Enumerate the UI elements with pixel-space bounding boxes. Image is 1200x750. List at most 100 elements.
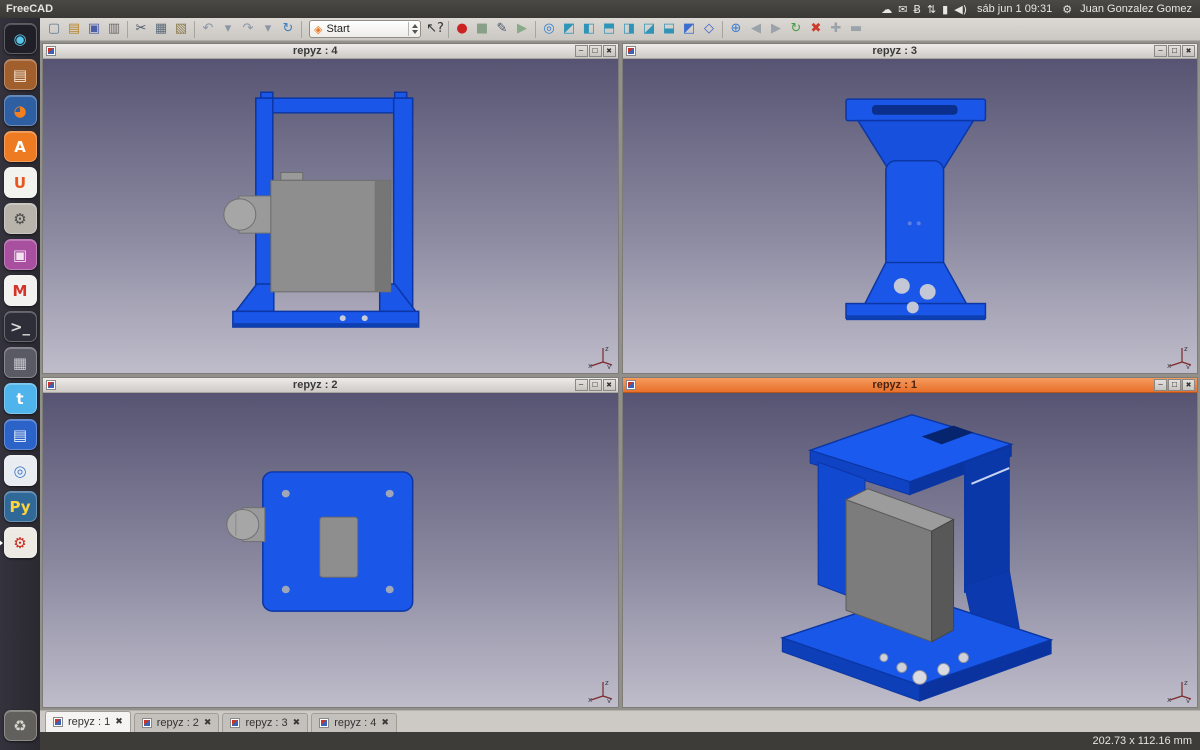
viewport-isometric-view[interactable]: z x y xyxy=(623,393,1198,707)
close-button[interactable]: ✖ xyxy=(1182,45,1195,57)
nav-refresh-icon[interactable]: ↻ xyxy=(786,19,806,39)
undo-icon[interactable]: ↶ xyxy=(198,19,218,39)
browser-icon[interactable]: ◎ xyxy=(4,455,37,486)
svg-text:y: y xyxy=(607,697,611,703)
system-settings-icon[interactable]: ⚙ xyxy=(4,203,37,234)
open-folder-icon[interactable]: ▤ xyxy=(64,19,84,39)
viewport-side-view[interactable]: z x y xyxy=(623,59,1198,373)
minimize-button[interactable]: ─ xyxy=(1154,379,1167,391)
python-icon[interactable]: Py xyxy=(4,491,37,522)
refresh-icon[interactable]: ↻ xyxy=(278,19,298,39)
tab-close-icon[interactable]: ✖ xyxy=(204,718,212,728)
new-document-icon[interactable]: ▢ xyxy=(44,19,64,39)
tab-repyz-1[interactable]: repyz : 1 ✖ xyxy=(45,711,131,732)
maximize-button[interactable]: ☐ xyxy=(589,45,602,57)
measure-distance-icon[interactable]: ◇ xyxy=(699,19,719,39)
ubuntu-one-icon[interactable]: U xyxy=(4,167,37,198)
nav-back-icon[interactable]: ◀ xyxy=(746,19,766,39)
close-button[interactable]: ✖ xyxy=(603,45,616,57)
terminal-icon[interactable]: >_ xyxy=(4,311,37,342)
view-right-icon[interactable]: ◨ xyxy=(619,19,639,39)
nav-stop-icon[interactable]: ✖ xyxy=(806,19,826,39)
tab-close-icon[interactable]: ✖ xyxy=(381,718,389,728)
zoom-in-icon[interactable]: ✚ xyxy=(826,19,846,39)
web-toolbar: ⊕◀▶↻✖✚▬ xyxy=(726,19,866,39)
macro-play-icon[interactable]: ▶ xyxy=(512,19,532,39)
tab-close-icon[interactable]: ✖ xyxy=(293,718,301,728)
bluetooth-indicator-icon[interactable]: Ƀ xyxy=(913,3,921,16)
twitter-icon[interactable]: t xyxy=(4,383,37,414)
viewport-back-view[interactable]: z x y xyxy=(43,393,618,707)
freecad-document-icon xyxy=(53,717,63,727)
macro-record-icon[interactable]: ● xyxy=(452,19,472,39)
macro-stop-icon[interactable]: ■ xyxy=(472,19,492,39)
user-menu[interactable]: Juan Gonzalez Gomez xyxy=(1080,3,1192,15)
copy-icon[interactable]: ▦ xyxy=(151,19,171,39)
zoom-out-icon[interactable]: ▬ xyxy=(846,19,866,39)
model-back-render xyxy=(43,393,618,707)
tab-repyz-2[interactable]: repyz : 2 ✖ xyxy=(134,713,220,732)
mail-indicator-icon[interactable]: ✉ xyxy=(898,3,907,16)
writer-document-icon[interactable]: ▤ xyxy=(4,419,37,450)
maximize-button[interactable]: ☐ xyxy=(1168,379,1181,391)
print-icon[interactable]: ▥ xyxy=(104,19,124,39)
viewport-front-view[interactable]: z x y xyxy=(43,59,618,373)
axis-indicator: z x y xyxy=(587,343,613,369)
paste-icon[interactable]: ▧ xyxy=(171,19,191,39)
view-axonometric-icon[interactable]: ◩ xyxy=(559,19,579,39)
weather-indicator-icon[interactable]: ☁ xyxy=(881,3,892,16)
view-left-icon[interactable]: ◩ xyxy=(679,19,699,39)
tab-repyz-4[interactable]: repyz : 4 ✖ xyxy=(311,713,397,732)
macro-edit-icon[interactable]: ✎ xyxy=(492,19,512,39)
redo-icon[interactable]: ↷ xyxy=(238,19,258,39)
freecad-document-icon xyxy=(142,718,152,728)
mdi-window-repyz-2: repyz : 2 ─ ☐ ✖ xyxy=(42,377,619,708)
window-titlebar[interactable]: repyz : 4 ─ ☐ ✖ xyxy=(43,44,618,59)
redo-dropdown-icon[interactable]: ▾ xyxy=(258,19,278,39)
save-icon[interactable]: ▣ xyxy=(84,19,104,39)
fit-all-icon[interactable]: ◎ xyxy=(539,19,559,39)
minimize-button[interactable]: ─ xyxy=(1154,45,1167,57)
window-controls: ─ ☐ ✖ xyxy=(1154,45,1195,57)
close-button[interactable]: ✖ xyxy=(1182,379,1195,391)
whats-this-icon[interactable]: ↖? xyxy=(425,19,445,39)
window-titlebar[interactable]: repyz : 2 ─ ☐ ✖ xyxy=(43,378,618,393)
tab-repyz-3[interactable]: repyz : 3 ✖ xyxy=(222,713,308,732)
files-icon[interactable]: ▤ xyxy=(4,59,37,90)
tab-close-icon[interactable]: ✖ xyxy=(115,717,123,727)
window-titlebar[interactable]: repyz : 1 ─ ☐ ✖ xyxy=(623,378,1198,393)
window-titlebar[interactable]: repyz : 3 ─ ☐ ✖ xyxy=(623,44,1198,59)
workbench-spinner[interactable] xyxy=(408,22,418,36)
freecad-icon[interactable]: ⚙ xyxy=(4,527,37,558)
minimize-button[interactable]: ─ xyxy=(575,45,588,57)
image-viewer-icon[interactable]: ▣ xyxy=(4,239,37,270)
clock-indicator[interactable]: sáb jun 1 09:31 xyxy=(977,3,1052,15)
minimize-button[interactable]: ─ xyxy=(575,379,588,391)
close-button[interactable]: ✖ xyxy=(603,379,616,391)
session-gear-icon[interactable]: ⚙ xyxy=(1062,3,1072,16)
maximize-button[interactable]: ☐ xyxy=(589,379,602,391)
firefox-icon[interactable]: ◕ xyxy=(4,95,37,126)
nav-forward-icon[interactable]: ▶ xyxy=(766,19,786,39)
window-title: repyz : 3 xyxy=(636,45,1155,57)
tab-label: repyz : 4 xyxy=(334,717,376,729)
network-indicator-icon[interactable]: ⇅ xyxy=(927,3,936,16)
cut-icon[interactable]: ✂ xyxy=(131,19,151,39)
undo-dropdown-icon[interactable]: ▾ xyxy=(218,19,238,39)
svg-text:x: x xyxy=(1167,362,1171,369)
toolbar-separator xyxy=(535,21,536,38)
gmail-icon[interactable]: M xyxy=(4,275,37,306)
workspace-switcher-icon[interactable]: ▦ xyxy=(4,347,37,378)
trash-icon[interactable]: ♻ xyxy=(4,710,37,741)
volume-indicator-icon[interactable]: ◀) xyxy=(954,3,967,16)
web-browser-icon[interactable]: ⊕ xyxy=(726,19,746,39)
view-rear-icon[interactable]: ◪ xyxy=(639,19,659,39)
view-top-icon[interactable]: ⬒ xyxy=(599,19,619,39)
battery-indicator-icon[interactable]: ▮ xyxy=(942,3,948,16)
view-front-icon[interactable]: ◧ xyxy=(579,19,599,39)
view-bottom-icon[interactable]: ⬓ xyxy=(659,19,679,39)
dash-home-icon[interactable]: ◉ xyxy=(4,23,37,54)
workbench-selector[interactable]: ◈ Start xyxy=(309,20,421,38)
maximize-button[interactable]: ☐ xyxy=(1168,45,1181,57)
software-center-icon[interactable]: A xyxy=(4,131,37,162)
